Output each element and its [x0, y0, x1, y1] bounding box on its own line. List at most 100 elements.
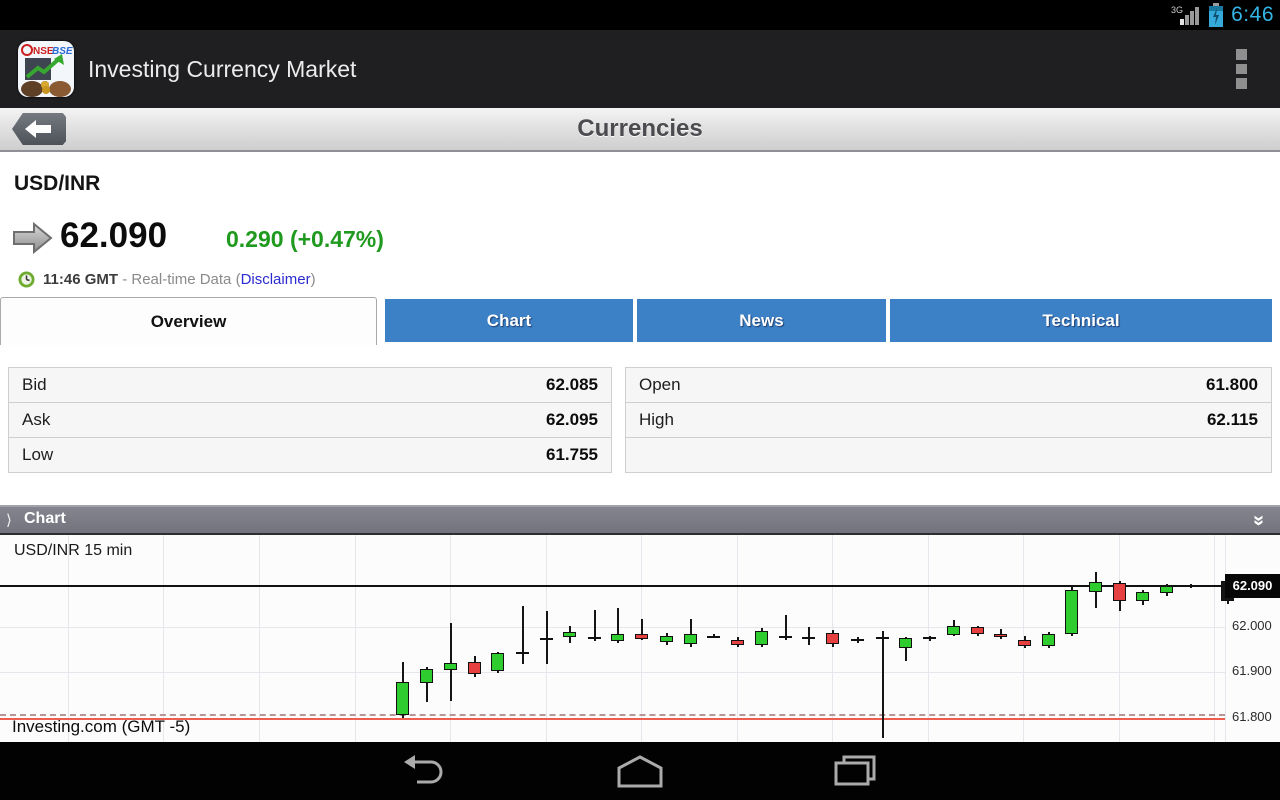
candle-body: [660, 636, 673, 642]
y-axis-label: 61.800: [1232, 709, 1272, 724]
candle-body: [516, 652, 529, 655]
candle-body: [899, 638, 912, 648]
grid-line: [163, 535, 164, 742]
chart-panel-icon: ⟩: [6, 511, 12, 529]
quote-meta: 11:46 GMT - Real-time Data ( Disclaimer …: [18, 268, 316, 290]
candle-body: [826, 633, 839, 644]
page-title: Currencies: [0, 108, 1280, 150]
candle-body: [1160, 586, 1173, 594]
tab-overview[interactable]: Overview: [0, 297, 377, 345]
candle-body: [635, 634, 648, 639]
candle-body: [1113, 583, 1126, 600]
row-label: Open: [639, 375, 681, 395]
y-axis-label: 62.000: [1232, 618, 1272, 633]
svg-text:NSE: NSE: [33, 46, 54, 57]
grid-line: [0, 672, 1225, 673]
candle-wick: [882, 631, 884, 738]
nav-back-button[interactable]: [400, 753, 450, 789]
nav-recents-icon: [833, 754, 877, 788]
nav-home-button[interactable]: [615, 753, 665, 789]
candle-body: [1042, 634, 1055, 646]
candle-body: [468, 662, 481, 675]
row-label: High: [639, 410, 674, 430]
row-value: 61.800: [1206, 375, 1258, 395]
row-label: Ask: [22, 410, 50, 430]
section-header-bar: Currencies: [0, 108, 1280, 152]
tab-news[interactable]: News: [637, 299, 886, 342]
app-logo-icon: NSE BSE: [18, 41, 74, 97]
candle-body: [1018, 640, 1031, 645]
nav-home-icon: [616, 754, 664, 788]
chart-panel-header[interactable]: ⟩ Chart »: [0, 505, 1280, 535]
candle-body: [491, 653, 504, 671]
candle-body: [1065, 590, 1078, 634]
chart-panel-title: Chart: [24, 510, 66, 528]
candle-body: [876, 637, 889, 639]
svg-text:BSE: BSE: [52, 46, 73, 57]
clock-time: 6:46: [1231, 3, 1274, 27]
candle-body: [779, 636, 792, 639]
grid-line: [1119, 535, 1120, 742]
table-row-low: Low 61.755: [8, 437, 612, 473]
candlestick-chart[interactable]: USD/INR 15 min Investing.com (GMT -5) 62…: [0, 535, 1280, 742]
candle-body: [923, 637, 936, 639]
realtime-label: - Real-time Data (: [118, 271, 241, 288]
status-bar: 3G 6:46: [0, 0, 1280, 30]
realtime-clock-icon: [18, 271, 35, 288]
grid-line: [68, 535, 69, 742]
candle-body: [731, 640, 744, 645]
grid-line: [1214, 535, 1215, 742]
chart-watermark: Investing.com (GMT -5): [12, 717, 190, 737]
signal-strength-icon: 3G: [1171, 4, 1201, 26]
row-value: 62.095: [546, 410, 598, 430]
price-change: 0.290 (+0.47%): [226, 226, 384, 253]
tab-chart[interactable]: Chart: [385, 299, 633, 342]
candle-body: [540, 638, 553, 640]
candle-body: [1089, 582, 1102, 592]
overflow-menu-icon[interactable]: [1228, 49, 1254, 89]
table-row-ask: Ask 62.095: [8, 402, 612, 438]
navigation-bar: [0, 742, 1280, 800]
candle-body: [971, 627, 984, 633]
tab-technical[interactable]: Technical: [890, 299, 1272, 342]
table-row-bid: Bid 62.085: [8, 367, 612, 403]
back-button[interactable]: [12, 113, 66, 145]
candle-body: [1136, 592, 1149, 602]
table-row-high: High 62.115: [625, 402, 1272, 438]
grid-line: [355, 535, 356, 742]
battery-charging-icon: [1208, 3, 1224, 28]
chart-symbol-label: USD/INR 15 min: [14, 542, 132, 560]
svg-text:3G: 3G: [1171, 5, 1183, 15]
row-value: 61.755: [546, 445, 598, 465]
nav-recents-button[interactable]: [830, 753, 880, 789]
candle-body: [755, 631, 768, 646]
current-price-line: [0, 585, 1225, 587]
candle-body: [994, 634, 1007, 638]
candle-body: [802, 637, 815, 639]
collapse-chevron-icon[interactable]: »: [1247, 515, 1270, 526]
back-arrow-icon: [25, 118, 53, 140]
candle-body: [1184, 585, 1197, 587]
last-price: 62.090: [60, 216, 167, 256]
row-label: Bid: [22, 375, 47, 395]
table-row-empty: [625, 437, 1272, 473]
app-bar: NSE BSE Investing Currency Market: [0, 30, 1280, 109]
screen: 3G 6:46 NSE BSE: [0, 0, 1280, 800]
nav-back-icon: [403, 754, 447, 788]
grid-line: [259, 535, 260, 742]
row-value: 62.115: [1207, 410, 1258, 430]
disclaimer-link[interactable]: Disclaimer: [241, 271, 311, 288]
candle-body: [588, 637, 601, 639]
candle-body: [396, 682, 409, 715]
row-value: 62.085: [546, 375, 598, 395]
app-title: Investing Currency Market: [88, 30, 356, 108]
quote-timestamp: 11:46 GMT: [43, 271, 118, 288]
current-price-badge: 62.090: [1225, 574, 1280, 598]
overview-table-right: Open 61.800 High 62.115: [625, 367, 1272, 473]
y-axis-label: 61.900: [1232, 663, 1272, 678]
candle-body: [420, 669, 433, 683]
candle-body: [444, 663, 457, 670]
candle-wick: [522, 606, 524, 665]
table-row-open: Open 61.800: [625, 367, 1272, 403]
overview-table-left: Bid 62.085 Ask 62.095 Low 61.755: [8, 367, 612, 473]
